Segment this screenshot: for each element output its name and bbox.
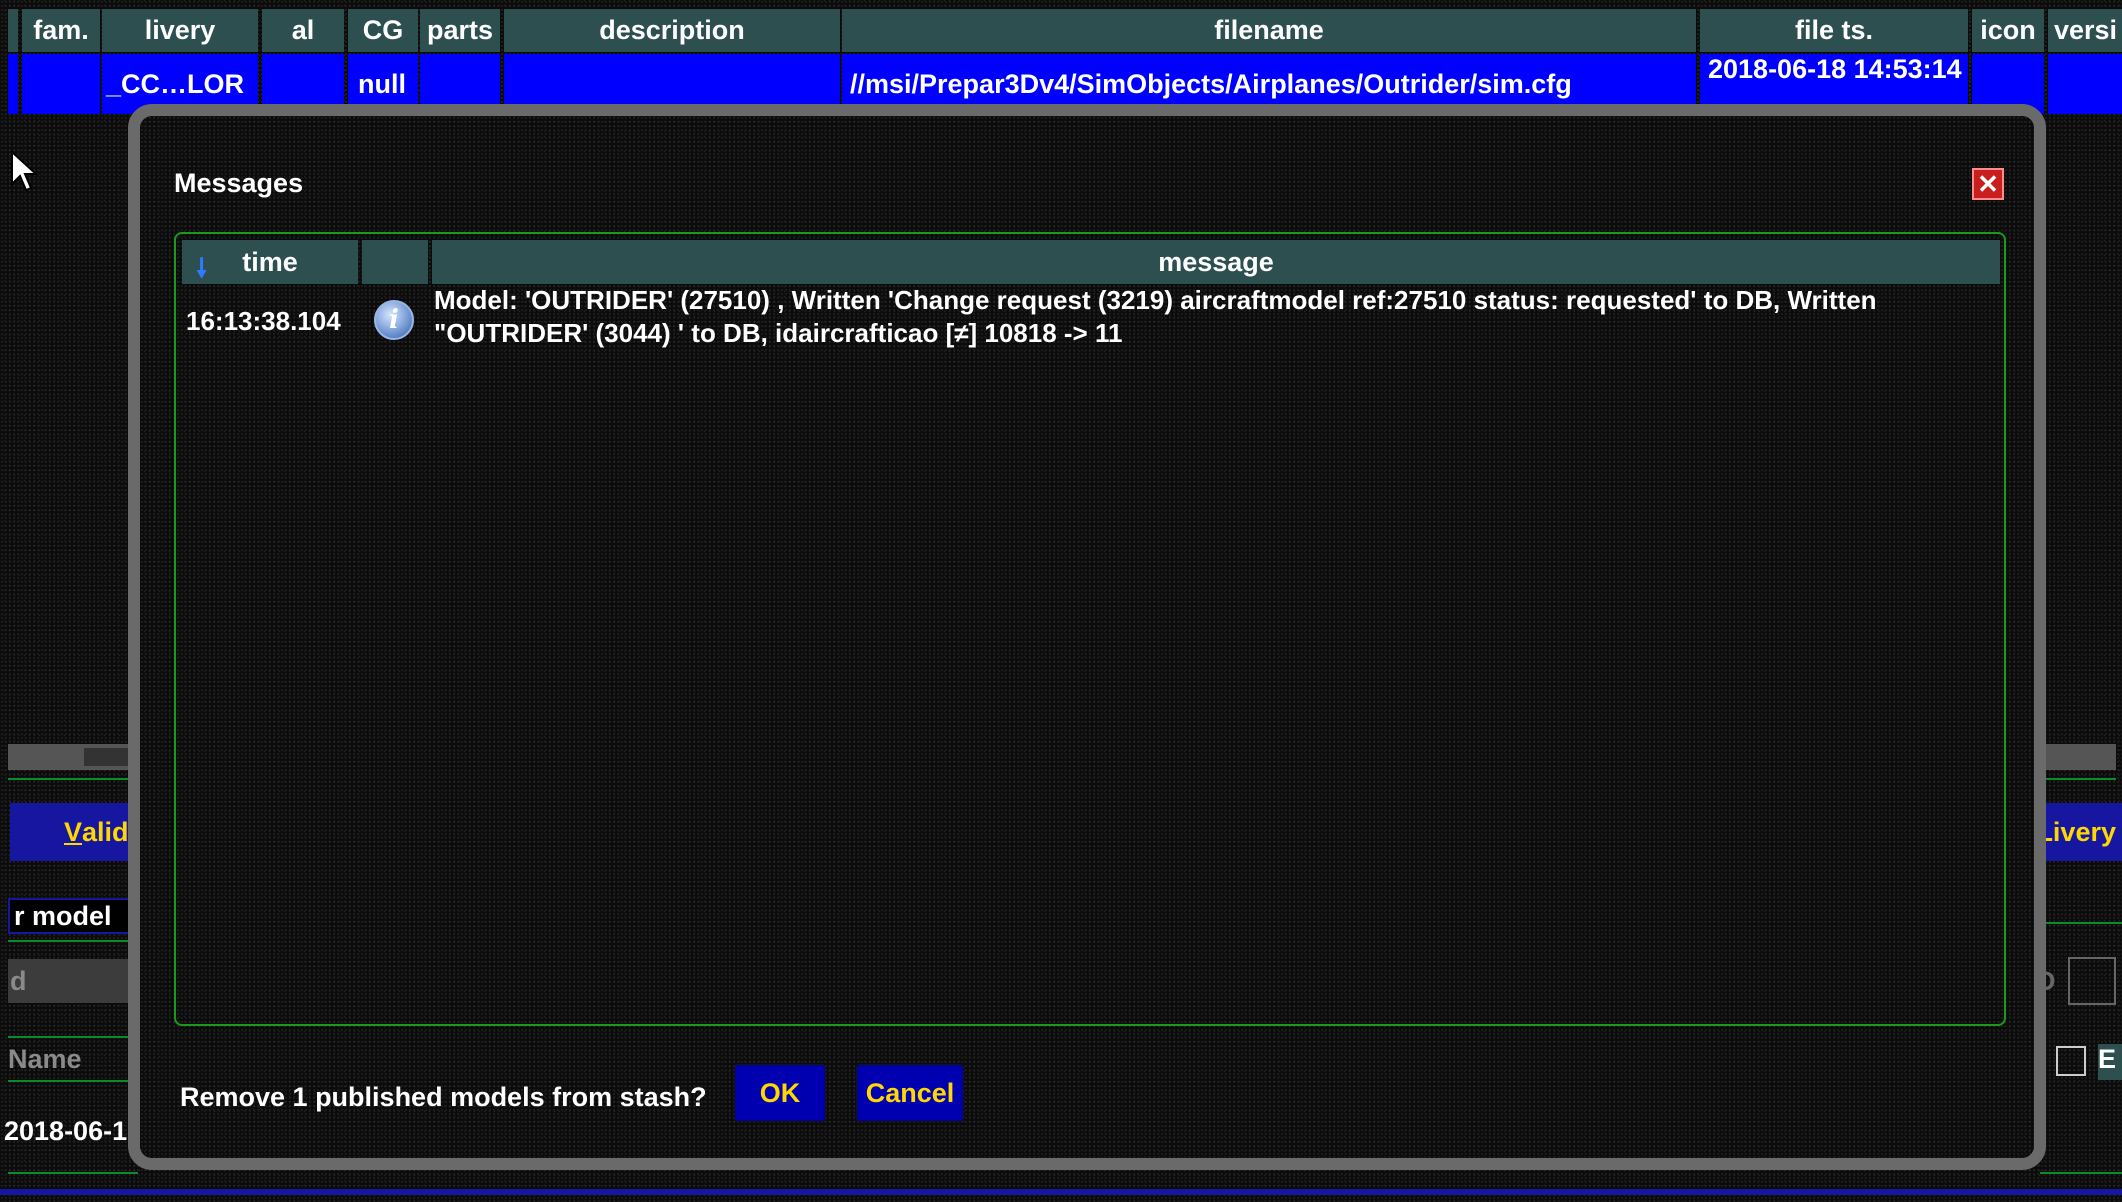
divider bbox=[2040, 1172, 2122, 1174]
column-header-stub[interactable] bbox=[8, 9, 18, 52]
column-header-al[interactable]: al bbox=[262, 9, 344, 52]
column-header-parts[interactable]: parts bbox=[420, 9, 500, 52]
date-field[interactable]: 2018-06-18 bbox=[4, 1116, 134, 1147]
divider bbox=[2040, 778, 2116, 780]
model-input-field[interactable]: d bbox=[8, 959, 136, 1003]
confirm-question: Remove 1 published models from stash? bbox=[180, 1082, 707, 1112]
dialog-title: Messages bbox=[174, 168, 304, 198]
right-input-field[interactable] bbox=[2068, 957, 2116, 1005]
column-header-filename[interactable]: filename bbox=[842, 9, 1696, 52]
horizontal-scrollbar-left[interactable] bbox=[8, 744, 128, 770]
column-header-description[interactable]: description bbox=[504, 9, 840, 52]
option-checkbox[interactable] bbox=[2056, 1046, 2086, 1076]
table-cell-stub[interactable] bbox=[8, 54, 18, 114]
livery-button[interactable]: Livery bbox=[2034, 803, 2122, 861]
cancel-button[interactable]: Cancel bbox=[856, 1064, 964, 1122]
divider bbox=[8, 778, 138, 780]
messages-table: 🠗 time message 16:13:38.104 i Model: 'OU… bbox=[174, 232, 2006, 1026]
column-header-type[interactable] bbox=[362, 240, 428, 284]
info-icon: i bbox=[374, 300, 414, 340]
divider bbox=[8, 940, 138, 942]
message-time: 16:13:38.104 bbox=[186, 306, 341, 336]
column-header-message[interactable]: message bbox=[432, 240, 2000, 284]
table-cell-fam[interactable] bbox=[22, 54, 100, 114]
mouse-cursor-icon bbox=[11, 150, 39, 192]
messages-dialog: Messages ✕ 🠗 time message 16:13:38.104 i… bbox=[128, 104, 2046, 1170]
bottom-bar bbox=[0, 1189, 2122, 1195]
sort-descending-icon[interactable]: 🠗 bbox=[196, 250, 207, 294]
e-button[interactable]: E bbox=[2098, 1044, 2122, 1080]
column-header-icon[interactable]: icon bbox=[1972, 9, 2044, 52]
divider bbox=[8, 1036, 138, 1038]
table-cell-version[interactable] bbox=[2048, 54, 2122, 114]
close-icon[interactable]: ✕ bbox=[1972, 168, 2004, 200]
ok-button[interactable]: OK bbox=[734, 1064, 826, 1122]
divider bbox=[2040, 922, 2122, 924]
divider bbox=[8, 1172, 138, 1174]
column-header-fam[interactable]: fam. bbox=[22, 9, 100, 52]
column-label-time: time bbox=[242, 246, 298, 277]
column-header-livery[interactable]: livery bbox=[102, 9, 258, 52]
column-header-file-ts[interactable]: file ts. bbox=[1700, 9, 1968, 52]
column-header-time[interactable]: 🠗 time bbox=[182, 240, 358, 284]
column-header-cg[interactable]: CG bbox=[348, 9, 418, 52]
tab-model[interactable]: r model bbox=[8, 898, 143, 934]
validate-button[interactable]: Valida bbox=[10, 803, 144, 861]
horizontal-scrollbar-right[interactable] bbox=[2040, 744, 2116, 770]
message-text: Model: 'OUTRIDER' (27510) , Written 'Cha… bbox=[434, 285, 1877, 348]
divider bbox=[8, 1080, 138, 1082]
column-header-version[interactable]: versi bbox=[2048, 9, 2122, 52]
name-label: Name bbox=[8, 1044, 82, 1074]
scrollbar-thumb[interactable] bbox=[84, 748, 128, 766]
